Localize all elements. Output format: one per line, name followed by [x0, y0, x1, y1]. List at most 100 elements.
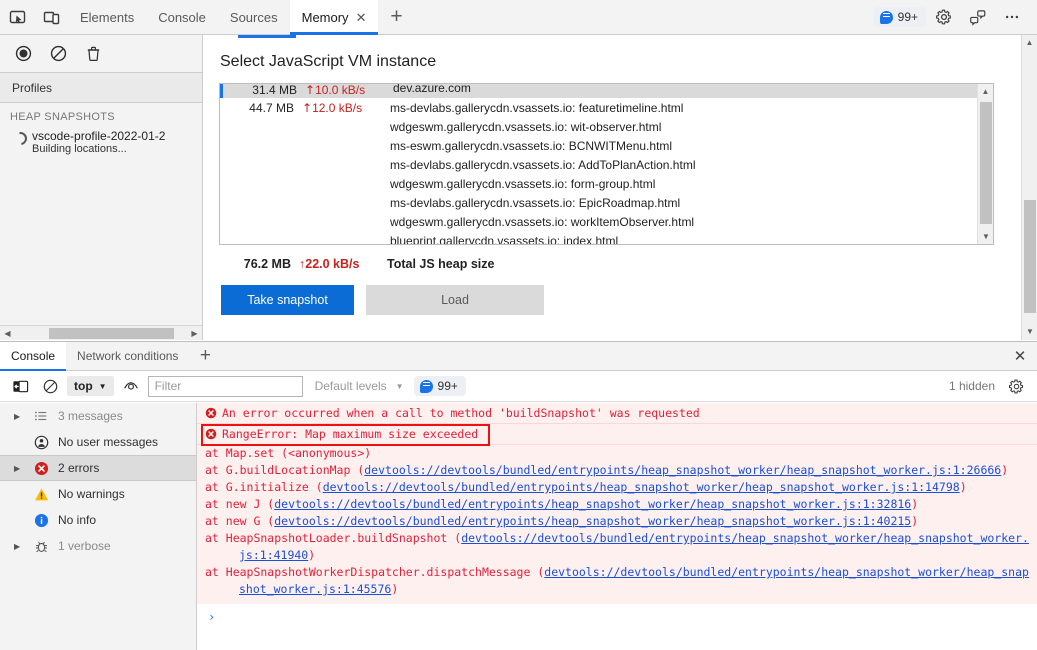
stack-frame: at new G (devtools://devtools/bundled/en…: [205, 513, 1029, 530]
console-message-row[interactable]: RangeError: Map maximum size exceeded: [197, 424, 1037, 446]
add-drawer-tab-button[interactable]: +: [189, 345, 221, 367]
take-snapshot-button[interactable]: Take snapshot: [221, 285, 354, 315]
scroll-thumb[interactable]: [1024, 200, 1036, 313]
snapshot-name: vscode-profile-2022-01-2: [32, 129, 166, 143]
close-drawer-icon[interactable]: ✕: [1003, 347, 1037, 365]
console-body: ▶ 3 messages ▶ No user messages ▶: [0, 403, 1037, 650]
console-message-list[interactable]: An error occurred when a call to method …: [197, 403, 1037, 650]
console-sidebar-toggle-icon[interactable]: [7, 373, 33, 399]
vm-instance-list[interactable]: 31.4 MB ↑10.0 kB/s dev.azure.com 44.7 MB…: [219, 83, 994, 245]
console-drawer: Console Network conditions + ✕ top ▼ Fil…: [0, 341, 1037, 650]
vm-url: wdgeswm.gallerycdn.vsassets.io: form-gro…: [390, 177, 656, 191]
tab-sources[interactable]: Sources: [218, 0, 290, 35]
add-panel-button[interactable]: +: [378, 0, 414, 35]
scroll-thumb[interactable]: [49, 327, 174, 339]
scroll-down-icon[interactable]: ▼: [978, 229, 993, 244]
clear-console-icon[interactable]: [37, 373, 63, 399]
source-link[interactable]: devtools://devtools/bundled/entrypoints/…: [364, 463, 1001, 477]
sidebar-horizontal-scrollbar[interactable]: ◀ ▶: [0, 325, 202, 340]
stack-frame: at G.buildLocationMap (devtools://devtoo…: [205, 462, 1029, 479]
vm-list-row[interactable]: 44.7 MB ↑12.0 kB/s ms-devlabs.gallerycdn…: [220, 98, 993, 245]
scroll-up-icon[interactable]: ▲: [1022, 35, 1037, 51]
stack-trace: at Map.set (<anonymous>) at G.buildLocat…: [197, 445, 1037, 604]
execution-context-select[interactable]: top ▼: [67, 376, 114, 396]
page-title: Select JavaScript VM instance: [220, 53, 437, 70]
total-heap-label: Total JS heap size: [387, 257, 495, 271]
sidebar-item-warnings[interactable]: ▶ No warnings: [0, 481, 196, 507]
memory-panel-scrollbar[interactable]: ▲ ▼: [1021, 35, 1037, 340]
vm-url: wdgeswm.gallerycdn.vsassets.io: wit-obse…: [390, 120, 662, 134]
tab-label: Sources: [229, 9, 278, 25]
tab-label: Memory: [301, 9, 349, 25]
scroll-thumb[interactable]: [980, 102, 992, 224]
filter-input[interactable]: Filter: [147, 375, 303, 397]
tab-elements[interactable]: Elements: [68, 0, 146, 35]
vm-url: ms-devlabs.gallerycdn.vsassets.io: EpicR…: [390, 196, 681, 210]
memory-sidebar: Profiles HEAP SNAPSHOTS vscode-profile-2…: [0, 35, 203, 340]
clear-icon[interactable]: [43, 38, 74, 69]
console-message-text: An error occurred when a call to method …: [222, 406, 700, 420]
sidebar-item-info[interactable]: ▶ No info: [0, 507, 196, 533]
console-toolbar: top ▼ Filter Default levels ▼ 99+ 1 hidd…: [0, 371, 1037, 402]
sidebar-item-messages[interactable]: ▶ 3 messages: [0, 403, 196, 429]
inspect-element-icon[interactable]: [0, 0, 34, 35]
sidebar-item-user-messages[interactable]: ▶ No user messages: [0, 429, 196, 455]
gear-icon[interactable]: [1003, 373, 1029, 399]
record-icon[interactable]: [8, 38, 39, 69]
vm-url: blueprint.gallerycdn.vsassets.io: index.…: [390, 234, 619, 245]
memory-action-buttons: Take snapshot Load: [204, 271, 1037, 315]
source-link[interactable]: devtools://devtools/bundled/entrypoints/…: [323, 480, 960, 494]
vm-list-row[interactable]: 31.4 MB ↑10.0 kB/s dev.azure.com: [220, 84, 993, 98]
frame-text: at G.initialize (: [205, 480, 323, 494]
snapshot-list-item[interactable]: vscode-profile-2022-01-2 Building locati…: [0, 125, 202, 159]
sidebar-item-errors[interactable]: ▶ 2 errors: [0, 455, 196, 481]
console-issues-badge[interactable]: 99+: [413, 376, 466, 396]
console-message-row[interactable]: An error occurred when a call to method …: [197, 403, 1037, 424]
frame-suffix: ): [911, 497, 919, 511]
eye-icon[interactable]: [118, 373, 144, 399]
error-icon: [32, 461, 50, 476]
feedback-icon[interactable]: [962, 1, 994, 33]
source-link[interactable]: devtools://devtools/bundled/entrypoints/…: [274, 514, 911, 528]
trash-icon[interactable]: [78, 38, 109, 69]
more-options-icon[interactable]: [996, 1, 1028, 33]
source-link[interactable]: devtools://devtools/bundled/entrypoints/…: [274, 497, 911, 511]
scroll-up-icon[interactable]: ▲: [978, 84, 993, 99]
total-heap-size-row: 76.2 MB ↑22.0 kB/s Total JS heap size: [204, 245, 1037, 271]
profiles-header[interactable]: Profiles: [0, 73, 202, 103]
total-heap-rate: ↑22.0 kB/s: [299, 257, 387, 271]
load-button[interactable]: Load: [366, 285, 544, 315]
vm-heap-rate: ↑12.0 kB/s: [302, 99, 390, 244]
tab-network-conditions[interactable]: Network conditions: [66, 342, 189, 371]
sidebar-item-verbose[interactable]: ▶ 1 verbose: [0, 533, 196, 559]
tab-console[interactable]: Console: [0, 341, 67, 371]
chevron-right-icon[interactable]: ▶: [14, 542, 24, 551]
tab-label: Elements: [80, 9, 135, 25]
scroll-down-icon[interactable]: ▼: [1022, 324, 1037, 340]
scroll-track[interactable]: [15, 326, 187, 341]
scroll-right-icon[interactable]: ▶: [187, 329, 202, 338]
chevron-right-icon[interactable]: ▶: [14, 412, 24, 421]
issues-badge[interactable]: 99+: [873, 7, 926, 27]
snapshot-status: Building locations...: [32, 143, 127, 155]
tab-console[interactable]: Console: [146, 0, 218, 35]
scroll-left-icon[interactable]: ◀: [0, 329, 15, 338]
vm-urls: dev.azure.com: [393, 84, 993, 98]
sidebar-item-label: 1 verbose: [58, 539, 111, 553]
close-icon[interactable]: ✕: [356, 11, 367, 24]
vm-list-scrollbar[interactable]: ▲ ▼: [977, 84, 993, 244]
chevron-down-icon: ▼: [395, 381, 404, 391]
gear-icon[interactable]: [928, 1, 960, 33]
vm-url: ms-eswm.gallerycdn.vsassets.io: BCNWITMe…: [390, 139, 673, 153]
frame-suffix: ): [391, 582, 399, 596]
chevron-right-icon[interactable]: ▶: [14, 464, 24, 473]
frame-suffix: ): [911, 514, 919, 528]
sidebar-item-label: 2 errors: [58, 461, 100, 475]
tab-memory[interactable]: Memory ✕: [289, 0, 379, 35]
device-toolbar-icon[interactable]: [34, 0, 68, 35]
rate-arrow-icon: ↑: [302, 101, 313, 115]
vm-instance-selector: Select JavaScript VM instance 31.4 MB ↑1…: [204, 35, 1037, 340]
console-prompt[interactable]: ›: [197, 604, 1037, 624]
rate-value: 12.0 kB/s: [312, 101, 363, 115]
log-levels-select[interactable]: Default levels ▼: [307, 379, 404, 393]
